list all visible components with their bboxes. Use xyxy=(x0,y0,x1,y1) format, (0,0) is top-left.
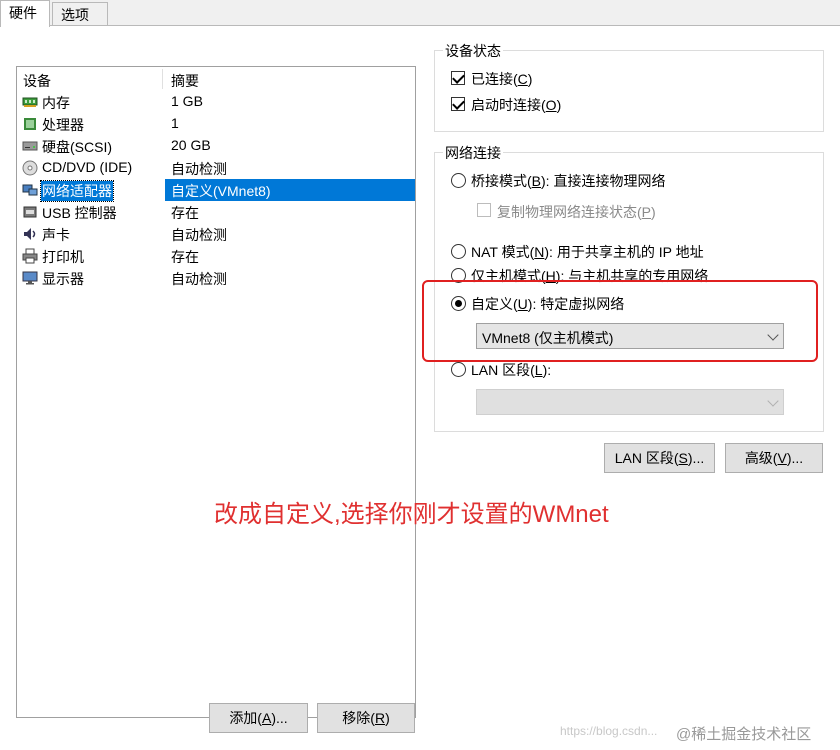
network-connection-title: 网络连接 xyxy=(443,143,503,163)
watermark-url: https://blog.csdn... xyxy=(560,724,658,738)
advanced-button[interactable]: 高级(V)... xyxy=(725,443,823,473)
device-name: 打印机 xyxy=(42,249,84,265)
processor-icon xyxy=(22,116,38,132)
lan-segment-select[interactable] xyxy=(476,389,784,415)
vm-settings-window: 硬件 选项 设备 摘要 内存 1 GB 处理器 1 硬盘(SCSI) 20 GB CD/DV… xyxy=(0,0,840,750)
hardware-panel: 设备 摘要 内存 1 GB 处理器 1 硬盘(SCSI) 20 GB CD/DVD (IDE… xyxy=(0,26,840,750)
bridged-radio[interactable] xyxy=(451,173,466,188)
remove-button-label: 移除(R) xyxy=(342,710,390,726)
device-name: 硬盘(SCSI) xyxy=(42,139,112,155)
printer-icon xyxy=(22,248,38,264)
device-name: 内存 xyxy=(42,95,70,111)
tab-bar: 硬件 选项 xyxy=(0,0,840,27)
chevron-down-icon xyxy=(767,395,779,407)
network-adapter-icon xyxy=(22,182,38,198)
add-button[interactable]: 添加(A)... xyxy=(209,703,308,733)
device-list[interactable]: 设备 摘要 内存 1 GB 处理器 1 硬盘(SCSI) 20 GB CD/DVD (IDE… xyxy=(16,66,416,718)
lan-segment-label[interactable]: LAN 区段(L): xyxy=(471,360,551,380)
device-summary: 自动检测 xyxy=(171,227,227,243)
bridged-label[interactable]: 桥接模式(B): 直接连接物理网络 xyxy=(471,171,665,191)
remove-button[interactable]: 移除(R) xyxy=(317,703,415,733)
memory-icon xyxy=(22,94,38,110)
advanced-button-label: 高级(V)... xyxy=(744,450,804,466)
tab-hardware[interactable]: 硬件 xyxy=(0,0,50,27)
replicate-state-label[interactable]: 复制物理网络连接状态(P) xyxy=(497,202,656,222)
column-separator[interactable] xyxy=(162,69,163,89)
device-name: 显示器 xyxy=(42,271,84,287)
device-row[interactable]: 内存 1 GB xyxy=(17,91,415,113)
sound-card-icon xyxy=(22,226,38,242)
connected-label[interactable]: 已连接(C) xyxy=(471,69,532,89)
add-button-label: 添加(A)... xyxy=(229,710,288,726)
watermark-brand: @稀土掘金技术社区 xyxy=(676,726,812,743)
display-icon xyxy=(22,270,38,286)
device-name: 声卡 xyxy=(42,227,70,243)
replicate-state-checkbox[interactable] xyxy=(477,203,491,217)
device-row[interactable]: 声卡 自动检测 xyxy=(17,223,415,245)
device-name: CD/DVD (IDE) xyxy=(42,159,133,175)
annotation-text: 改成自定义,选择你刚才设置的WMnet xyxy=(214,501,609,528)
connect-at-power-on-label[interactable]: 启动时连接(O) xyxy=(471,95,561,115)
device-summary: 自定义(VMnet8) xyxy=(171,183,271,199)
lan-segments-button-label: LAN 区段(S)... xyxy=(614,450,705,466)
annotation-highlight-box xyxy=(422,280,818,362)
device-row[interactable]: 网络适配器 自定义(VMnet8) xyxy=(17,179,415,202)
device-list-header: 设备 摘要 xyxy=(17,67,415,91)
device-status-title: 设备状态 xyxy=(443,41,503,61)
nat-radio[interactable] xyxy=(451,244,466,259)
device-row[interactable]: CD/DVD (IDE) 自动检测 xyxy=(17,157,415,179)
tab-options[interactable]: 选项 xyxy=(52,2,108,26)
lan-segment-radio[interactable] xyxy=(451,362,466,377)
device-status-group: 设备状态 已连接(C) 启动时连接(O) xyxy=(434,41,824,132)
device-summary: 存在 xyxy=(171,249,199,265)
device-row[interactable]: 打印机 存在 xyxy=(17,245,415,267)
column-header-summary[interactable]: 摘要 xyxy=(171,71,199,91)
device-name: 网络适配器 xyxy=(40,180,114,202)
device-summary: 自动检测 xyxy=(171,161,227,177)
device-row[interactable]: USB 控制器 存在 xyxy=(17,201,415,223)
device-row[interactable]: 处理器 1 xyxy=(17,113,415,135)
column-header-device[interactable]: 设备 xyxy=(23,71,51,91)
device-summary: 1 GB xyxy=(171,93,203,109)
usb-controller-icon xyxy=(22,204,38,220)
connected-checkbox[interactable] xyxy=(451,71,465,85)
device-row[interactable]: 硬盘(SCSI) 20 GB xyxy=(17,135,415,157)
nat-label[interactable]: NAT 模式(N): 用于共享主机的 IP 地址 xyxy=(471,242,704,262)
cd-dvd-icon xyxy=(22,160,38,176)
harddisk-icon xyxy=(22,138,38,154)
device-summary: 1 xyxy=(171,115,179,131)
connect-at-power-on-checkbox[interactable] xyxy=(451,97,465,111)
device-summary: 自动检测 xyxy=(171,271,227,287)
device-name: 处理器 xyxy=(42,117,84,133)
device-summary: 20 GB xyxy=(171,137,211,153)
device-summary: 存在 xyxy=(171,205,199,221)
device-name: USB 控制器 xyxy=(42,205,117,221)
device-row[interactable]: 显示器 自动检测 xyxy=(17,267,415,289)
lan-segments-button[interactable]: LAN 区段(S)... xyxy=(604,443,715,473)
